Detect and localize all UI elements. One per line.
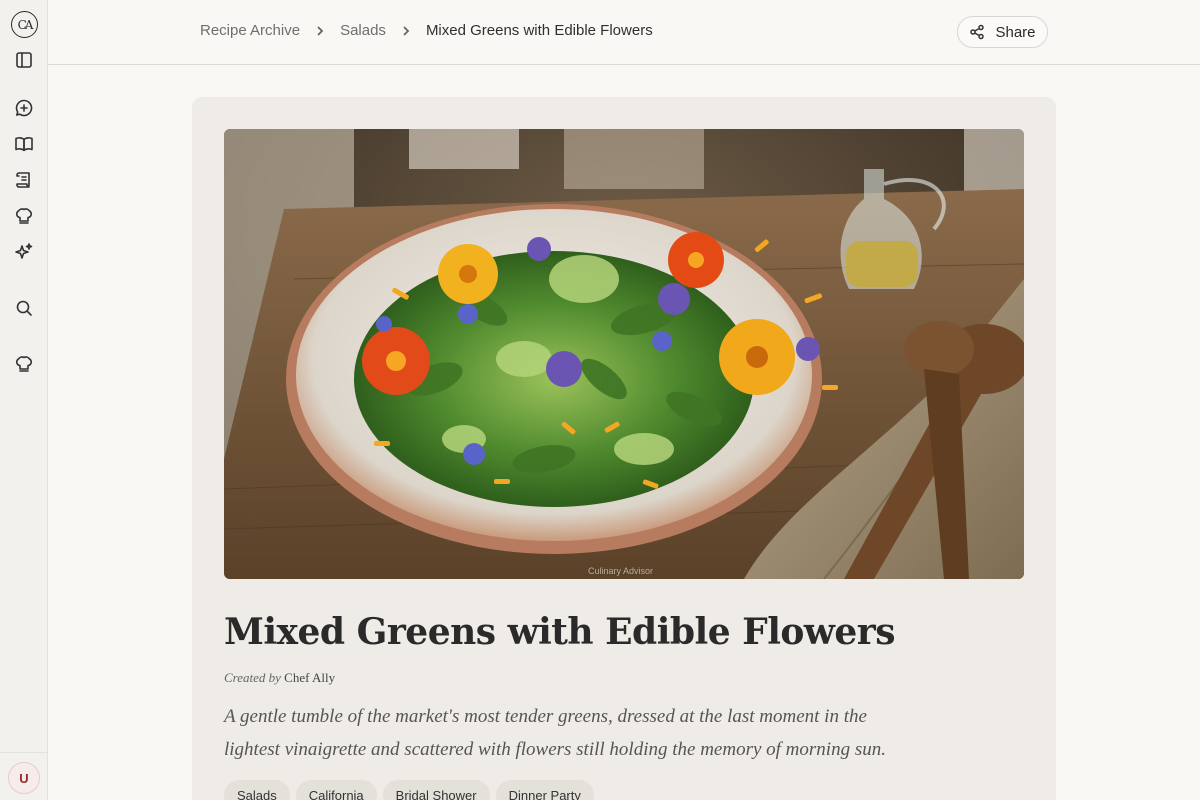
recipe-description: A gentle tumble of the market's most ten…	[224, 706, 886, 760]
sidebar: CA U	[0, 0, 48, 800]
share-label: Share	[995, 23, 1036, 41]
scroll-icon[interactable]	[12, 168, 36, 192]
top-header: Recipe Archive Salads Mixed Greens with …	[48, 0, 1200, 65]
tag-bridal-shower[interactable]: Bridal Shower	[382, 780, 490, 800]
avatar[interactable]: U	[8, 762, 40, 794]
recipe-byline: Created by Chef Ally	[224, 670, 335, 686]
chevron-right-icon	[314, 25, 326, 37]
recipe-hero-image: Culinary Advisor	[224, 129, 1024, 579]
sidebar-toggle-icon[interactable]	[12, 48, 36, 72]
tag-california[interactable]: California	[295, 780, 377, 800]
recipe-tags: Salads California Bridal Shower Dinner P…	[224, 780, 594, 800]
new-chat-icon[interactable]	[12, 96, 36, 120]
sparkles-icon[interactable]	[12, 240, 36, 264]
share-button[interactable]: Share	[957, 16, 1048, 48]
tag-salads[interactable]: Salads	[224, 780, 290, 800]
created-by-label: Created by	[224, 670, 281, 685]
recipe-author[interactable]: Chef Ally	[284, 670, 335, 685]
breadcrumb-item-salads[interactable]: Salads	[340, 22, 386, 39]
share-icon	[970, 24, 985, 40]
chevron-right-icon	[400, 25, 412, 37]
image-watermark: Culinary Advisor	[588, 566, 654, 576]
recipe-book-icon[interactable]	[12, 132, 36, 156]
breadcrumb-item-current: Mixed Greens with Edible Flowers	[425, 22, 653, 39]
recipe-card: Culinary Advisor Mixed Greens with Edibl…	[192, 97, 1056, 800]
app-logo[interactable]: CA	[11, 11, 38, 38]
recipe-title: Mixed Greens with Edible Flowers	[224, 611, 896, 653]
chef-hat-icon[interactable]	[12, 352, 36, 376]
breadcrumb: Recipe Archive Salads Mixed Greens with …	[200, 22, 653, 39]
breadcrumb-item-recipe-archive[interactable]: Recipe Archive	[200, 22, 300, 39]
tag-dinner-party[interactable]: Dinner Party	[495, 780, 594, 800]
search-icon[interactable]	[12, 296, 36, 320]
chef-hat-icon[interactable]	[12, 204, 36, 228]
sidebar-footer: U	[0, 752, 48, 800]
